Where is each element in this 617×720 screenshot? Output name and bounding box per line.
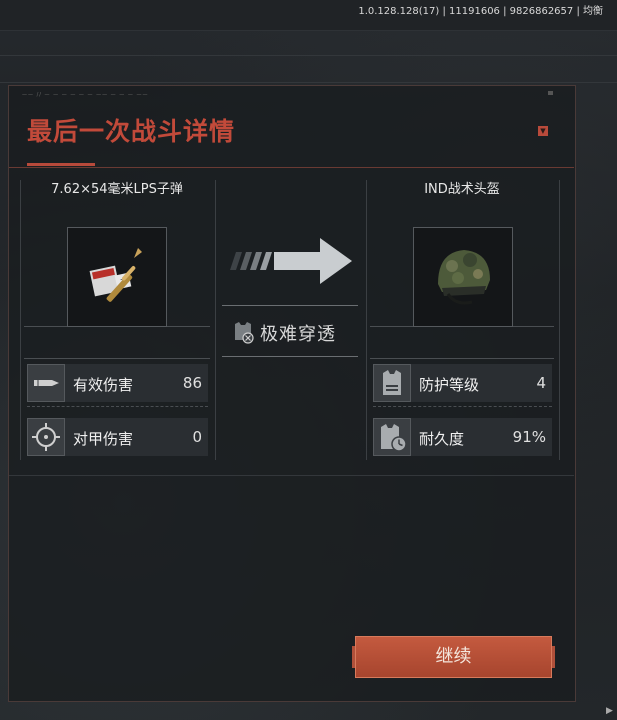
divider: [24, 358, 210, 359]
stat-label: 对甲伤害: [73, 430, 134, 448]
title-accent-bar: [27, 163, 95, 166]
divider: [9, 475, 574, 476]
continue-button[interactable]: 继续: [355, 636, 552, 678]
divider: [27, 406, 208, 408]
panel-deco-text: —— // — — — — — — —— — — — ——: [22, 92, 149, 98]
corner-indicator-icon: ▶: [606, 706, 613, 716]
stat-value: 0: [192, 428, 202, 446]
stat-label: 有效伤害: [73, 376, 134, 394]
vest-blocked-icon: [235, 322, 254, 344]
rifle-ammo-icon: 2: [89, 248, 142, 302]
vest-icon: [373, 364, 411, 402]
bullet-icon: [27, 364, 65, 402]
stat-row-effective-damage: 有效伤害 86: [27, 364, 208, 402]
divider: [373, 406, 552, 408]
stat-value: 86: [182, 374, 202, 392]
stat-label: 防护等级: [419, 376, 480, 394]
button-notch: [552, 646, 555, 668]
helmet-icon: [438, 250, 490, 305]
collapse-icon[interactable]: ▼: [538, 126, 548, 136]
divider: [222, 305, 358, 306]
stat-value: 4: [536, 374, 546, 392]
page-title: 最后一次战斗详情: [27, 117, 236, 146]
stat-row-durability: 耐久度 91%: [373, 418, 552, 456]
panel-corner-mark: [548, 91, 553, 95]
armor-slot[interactable]: [413, 227, 513, 327]
divider: [370, 358, 554, 359]
stat-value: 91%: [512, 428, 546, 446]
vest-durability-icon: [373, 418, 411, 456]
crosshair-icon: [27, 418, 65, 456]
ammo-name: 7.62×54毫米LPS子弹: [51, 182, 183, 197]
divider: [222, 356, 358, 357]
arrow-right-icon: [230, 238, 352, 284]
divider: [510, 326, 554, 327]
title-divider: [9, 167, 574, 168]
divider: [0, 55, 617, 56]
ammo-slot[interactable]: 2: [67, 227, 167, 327]
penetration-label: 极难穿透: [260, 324, 336, 345]
divider: [24, 326, 69, 327]
version-info: 1.0.128.128(17) | 11191606 | 9826862657 …: [358, 6, 603, 17]
stat-row-protection-level: 防护等级 4: [373, 364, 552, 402]
stat-label: 耐久度: [419, 430, 465, 448]
armor-name: IND战术头盔: [424, 182, 500, 197]
top-bar: 1.0.128.128(17) | 11191606 | 9826862657 …: [0, 0, 617, 31]
divider: [0, 82, 617, 83]
stat-row-armor-damage: 对甲伤害 0: [27, 418, 208, 456]
divider: [370, 326, 414, 327]
divider: [166, 326, 210, 327]
